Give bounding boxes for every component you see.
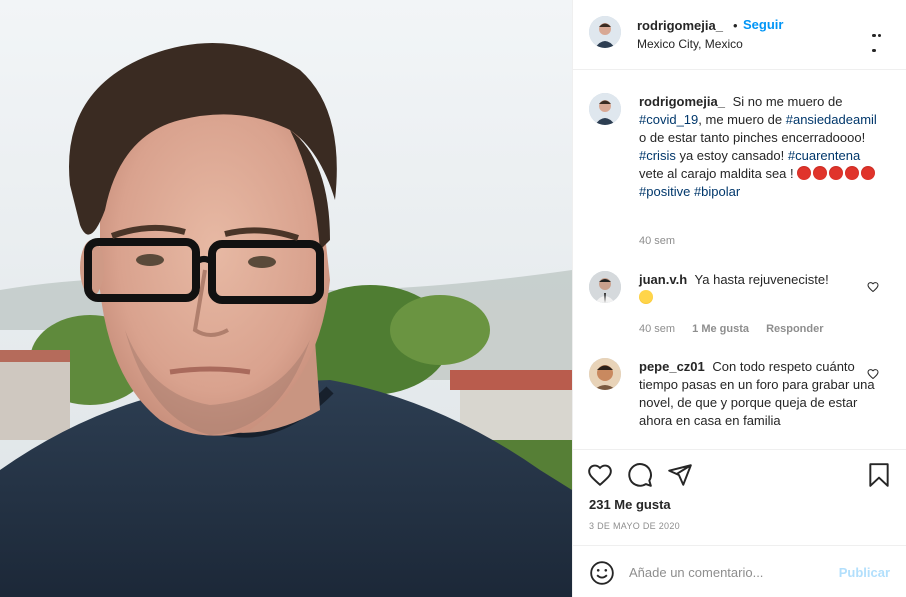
separator-dot: • (733, 18, 738, 33)
instagram-post: rodrigomejia_ • Seguir Mexico City, Mexi… (0, 0, 906, 597)
post-header: rodrigomejia_ • Seguir Mexico City, Mexi… (573, 0, 906, 70)
heart-icon[interactable] (587, 462, 613, 488)
hashtag-link[interactable]: #covid_19 (639, 112, 698, 127)
bookmark-icon[interactable] (866, 462, 892, 488)
comment-composer: Publicar (573, 545, 906, 597)
paper-plane-icon[interactable] (667, 462, 693, 488)
comment-content: Ya hasta rejuveneciste! (694, 272, 829, 287)
post-date[interactable]: 3 DE MAYO DE 2020 (589, 521, 680, 531)
comment-icon[interactable] (627, 462, 653, 488)
caption-text-part: ya estoy cansado! (679, 148, 785, 163)
angry-face-emoji (845, 166, 860, 180)
angry-face-emoji (797, 166, 812, 180)
avatar-image (589, 358, 621, 390)
comment-meta: 40 sem 1 Me gusta Responder (639, 323, 824, 335)
location-link[interactable]: Mexico City, Mexico (637, 37, 743, 51)
commenter-username[interactable]: juan.v.h (639, 272, 687, 287)
caption-text: rodrigomejia_ Si no me muero de #covid_1… (639, 93, 884, 201)
grinning-face-emoji (639, 290, 653, 304)
avatar-image (589, 271, 621, 303)
like-comment-icon[interactable] (867, 368, 879, 380)
hashtag-link[interactable]: #cuarentena (788, 148, 860, 163)
comment-input[interactable] (629, 560, 829, 584)
commenter-username[interactable]: pepe_cz01 (639, 359, 705, 374)
comment-text: pepe_cz01 Con todo respeto cuánto tiempo… (639, 358, 884, 430)
caption-username[interactable]: rodrigomejia_ (639, 94, 725, 109)
publish-button[interactable]: Publicar (839, 565, 890, 580)
likes-count[interactable]: 231 Me gusta (589, 497, 671, 512)
more-options-icon[interactable] (872, 25, 888, 52)
avatar-image (589, 93, 621, 125)
caption-meta: 40 sem (639, 235, 675, 247)
caption-text-part: Si no me muero de (732, 94, 843, 109)
follow-button[interactable]: Seguir (743, 17, 783, 32)
comments-list[interactable]: rodrigomejia_ Si no me muero de #covid_1… (573, 71, 906, 449)
hashtag-link[interactable]: #ansiedadeamil (786, 112, 877, 127)
comment-likes[interactable]: 1 Me gusta (692, 323, 749, 335)
angry-face-emoji (829, 166, 844, 180)
reply-button[interactable]: Responder (766, 323, 823, 335)
post-photo[interactable] (0, 0, 572, 597)
angry-face-emoji (813, 166, 828, 180)
caption-time[interactable]: 40 sem (639, 235, 675, 247)
comment-text: juan.v.h Ya hasta rejuveneciste! (639, 271, 884, 307)
like-comment-icon[interactable] (867, 281, 879, 293)
caption-text-part: vete al carajo maldita sea ! (639, 166, 794, 181)
avatar-image (589, 16, 621, 48)
smiley-icon[interactable] (589, 560, 615, 586)
comment-time[interactable]: 40 sem (639, 323, 675, 335)
caption-text-part: , me muero de (698, 112, 783, 127)
caption-text-part: o de estar tanto pinches encerradoooo! (639, 130, 866, 145)
post-actions: 231 Me gusta 3 DE MAYO DE 2020 (573, 449, 906, 545)
commenter-avatar[interactable] (589, 271, 621, 303)
hashtag-link[interactable]: #crisis (639, 148, 676, 163)
caption-avatar[interactable] (589, 93, 621, 125)
author-username[interactable]: rodrigomejia_ (637, 18, 723, 33)
hashtag-link[interactable]: #bipolar (694, 184, 740, 199)
commenter-avatar[interactable] (589, 358, 621, 390)
post-side-panel: rodrigomejia_ • Seguir Mexico City, Mexi… (572, 0, 906, 597)
author-avatar[interactable] (589, 16, 621, 48)
hashtag-link[interactable]: #positive (639, 184, 690, 199)
angry-face-emoji (861, 166, 876, 180)
selfie-image (0, 0, 572, 597)
